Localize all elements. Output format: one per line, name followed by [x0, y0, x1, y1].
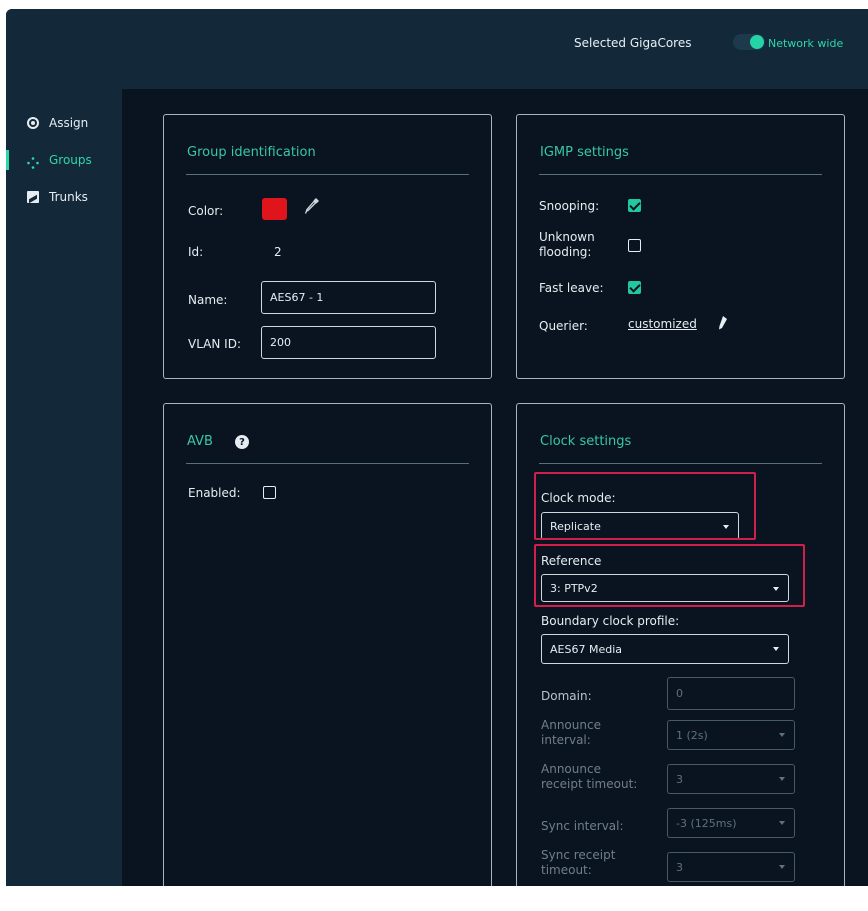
sync-receipt-timeout-value: 3 — [676, 860, 683, 874]
divider — [186, 174, 469, 175]
reference-highlight — [534, 544, 805, 607]
sidebar-item-assign[interactable]: Assign — [6, 110, 122, 136]
sync-receipt-timeout-select[interactable]: 3 — [667, 852, 795, 882]
sidebar: Assign Groups Trunks — [6, 89, 122, 886]
active-indicator — [6, 150, 9, 170]
announce-receipt-timeout-select[interactable]: 3 — [667, 764, 795, 794]
boundary-clock-profile-label: Boundary clock profile: — [541, 614, 680, 628]
domain-input[interactable]: 0 — [667, 677, 795, 710]
querier-label: Querier: — [539, 319, 588, 333]
sync-interval-select[interactable]: -3 (125ms) — [667, 808, 795, 838]
color-swatch[interactable] — [262, 198, 287, 220]
name-label: Name: — [188, 293, 228, 307]
name-input[interactable]: AES67 - 1 — [261, 281, 436, 314]
sidebar-item-label: Trunks — [49, 190, 88, 204]
app-window: Selected GigaCores Network wide Assign G… — [6, 9, 868, 886]
avb-enabled-label: Enabled: — [188, 486, 241, 500]
avb-panel: AVB ? Enabled: — [163, 403, 492, 886]
unknown-flooding-label-line2: flooding: — [539, 245, 592, 259]
avb-enabled-checkbox[interactable] — [263, 486, 276, 499]
name-input-value: AES67 - 1 — [270, 291, 324, 304]
help-icon[interactable]: ? — [235, 435, 249, 449]
sync-interval-value: -3 (125ms) — [676, 816, 737, 830]
sync-timeout-label-line2: timeout: — [541, 863, 592, 877]
sidebar-item-groups[interactable]: Groups — [6, 147, 122, 173]
fast-leave-checkbox[interactable] — [628, 281, 641, 294]
divider — [539, 463, 822, 464]
panel-title: Group identification — [187, 145, 316, 160]
divider — [539, 174, 822, 175]
panel-title: Clock settings — [540, 434, 632, 449]
igmp-settings-panel: IGMP settings Snooping: Unknown flooding… — [516, 114, 845, 379]
querier-link[interactable]: customized — [628, 317, 697, 331]
sync-timeout-label-line1: Sync receipt — [541, 848, 616, 862]
sidebar-item-label: Assign — [49, 116, 89, 130]
unknown-flooding-checkbox[interactable] — [628, 239, 641, 252]
target-icon — [27, 117, 39, 129]
domain-label: Domain: — [541, 689, 592, 703]
announce-interval-value: 1 (2s) — [676, 728, 708, 742]
fast-leave-label: Fast leave: — [539, 281, 604, 295]
panel-title: IGMP settings — [540, 145, 629, 160]
eyedropper-icon[interactable] — [304, 197, 320, 219]
domain-value: 0 — [676, 687, 683, 700]
sidebar-item-trunks[interactable]: Trunks — [6, 184, 122, 210]
announce-receipt-timeout-value: 3 — [676, 772, 683, 786]
clock-mode-highlight — [534, 472, 756, 540]
top-bar: Selected GigaCores Network wide — [6, 9, 868, 89]
color-label: Color: — [188, 204, 224, 218]
id-label: Id: — [188, 245, 204, 259]
vlan-id-input-value: 200 — [270, 336, 291, 349]
announce-interval-select[interactable]: 1 (2s) — [667, 720, 795, 750]
announce-timeout-label-line2: receipt timeout: — [541, 777, 638, 791]
boundary-clock-profile-select[interactable]: AES67 Media — [541, 634, 789, 664]
sync-interval-label: Sync interval: — [541, 819, 624, 833]
boundary-clock-profile-value: AES67 Media — [550, 642, 622, 656]
unknown-flooding-label-line1: Unknown — [539, 230, 595, 244]
network-wide-label: Network wide — [768, 37, 844, 50]
vlan-id-label: VLAN ID: — [188, 337, 241, 351]
group-identification-panel: Group identification Color: Id: 2 Name: … — [163, 114, 492, 379]
trunks-icon — [27, 191, 39, 203]
announce-interval-label-line1: Announce — [541, 718, 601, 732]
announce-interval-label-line2: interval: — [541, 733, 591, 747]
toggle-knob — [750, 35, 764, 49]
id-value: 2 — [274, 245, 282, 259]
unknown-flooding-label: Unknown flooding: — [539, 230, 595, 260]
network-wide-toggle[interactable] — [733, 34, 765, 50]
snooping-checkbox[interactable] — [628, 199, 641, 212]
vlan-id-input[interactable]: 200 — [261, 326, 436, 359]
panel-title: AVB — [187, 434, 213, 449]
sync-receipt-timeout-label: Sync receipt timeout: — [541, 848, 615, 878]
announce-timeout-label-line1: Announce — [541, 762, 601, 776]
sidebar-item-label: Groups — [49, 153, 92, 167]
edit-icon[interactable] — [717, 315, 729, 335]
announce-receipt-timeout-label: Announce receipt timeout: — [541, 762, 637, 792]
announce-interval-label: Announce interval: — [541, 718, 601, 748]
divider — [186, 463, 469, 464]
snooping-label: Snooping: — [539, 199, 600, 213]
header-title: Selected GigaCores — [574, 36, 692, 50]
groups-icon — [27, 154, 39, 169]
